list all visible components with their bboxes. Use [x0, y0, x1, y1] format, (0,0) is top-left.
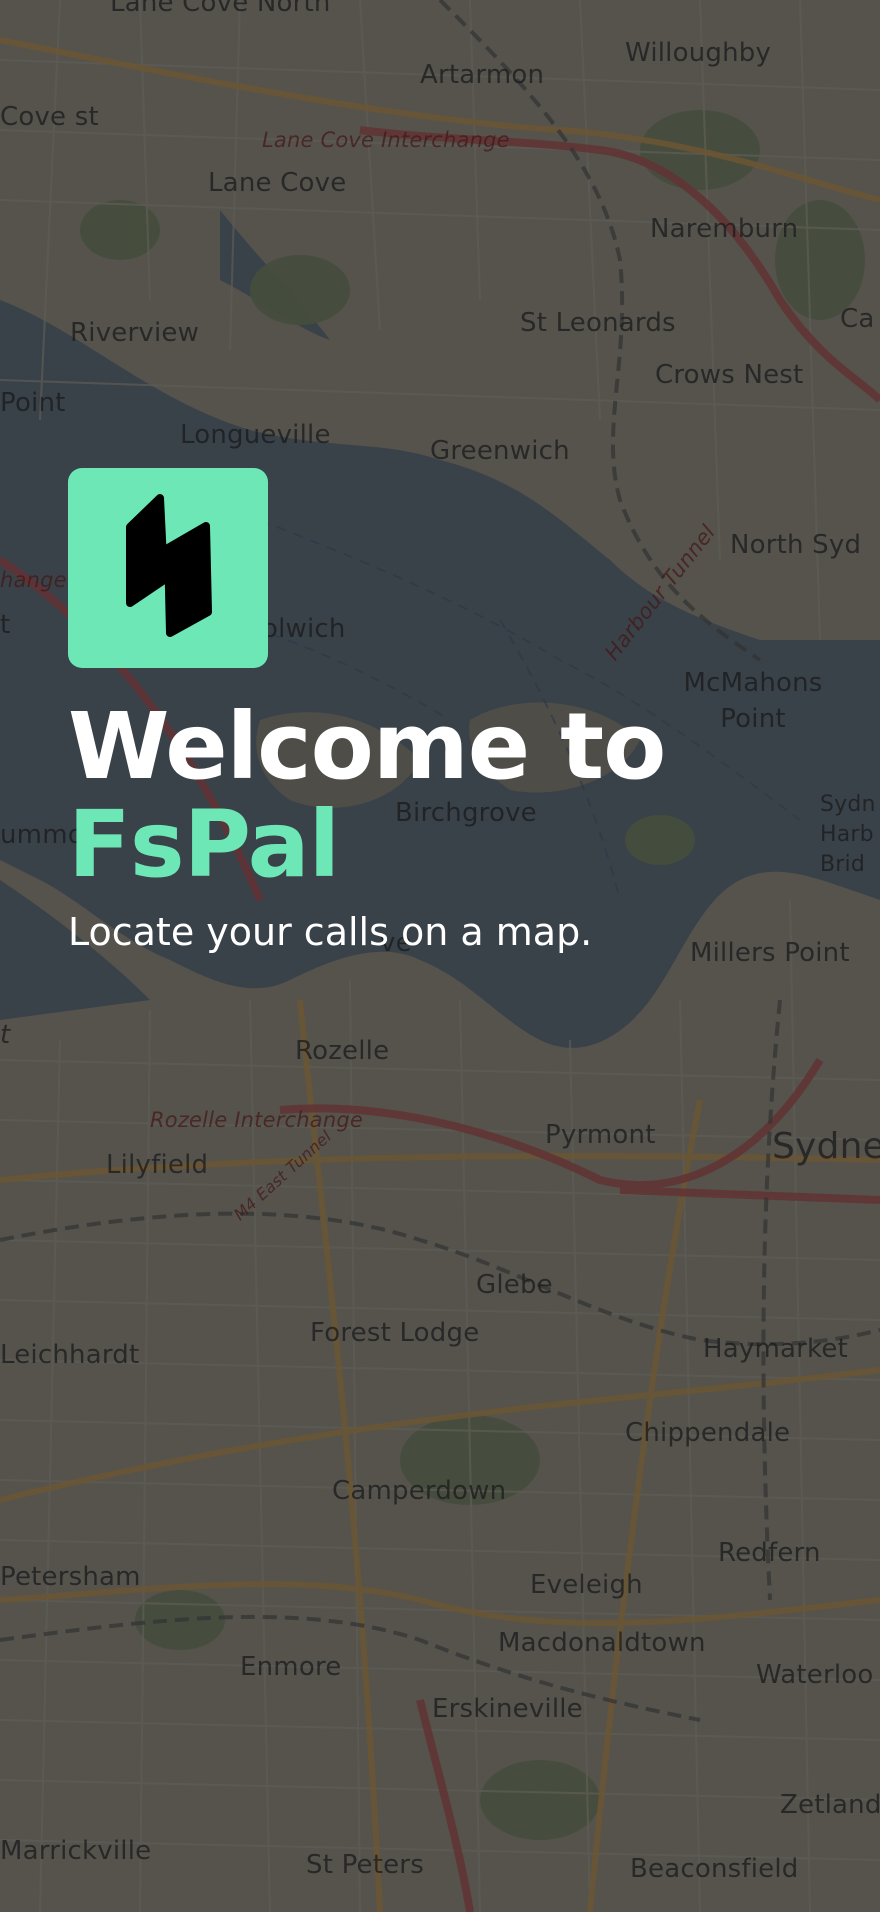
map-label-rozelle: Rozelle — [295, 1036, 390, 1066]
map-label-eveleigh: Eveleigh — [530, 1570, 643, 1600]
map-label-sydney: Sydne — [772, 1126, 880, 1167]
map-label-beaconsfield: Beaconsfield — [630, 1854, 799, 1884]
map-label-point: Point — [0, 388, 66, 418]
fspal-logo-icon — [68, 468, 268, 668]
map-label-lilyfield: Lilyfield — [106, 1150, 209, 1180]
map-label-glebe: Glebe — [476, 1270, 553, 1300]
map-label-redfern: Redfern — [718, 1538, 821, 1568]
map-label-artarmon: Artarmon — [420, 60, 545, 90]
map-label-haymarket: Haymarket — [703, 1334, 848, 1364]
welcome-subtitle: Locate your calls on a map. — [68, 910, 593, 954]
map-label-zetland: Zetland — [780, 1790, 880, 1820]
map-label-forest-lodge: Forest Lodge — [310, 1318, 480, 1348]
map-label-north-sydney: North Syd — [730, 530, 862, 560]
map-label-willoughby: Willoughby — [625, 38, 772, 68]
map-label-lane-cove-north: Lane Cove North — [110, 0, 331, 18]
logo-glyph — [126, 494, 212, 637]
map-label-marrickville: Marrickville — [0, 1836, 152, 1866]
map-label-st-peters: St Peters — [306, 1850, 424, 1880]
map-label-camperdown: Camperdown — [332, 1476, 507, 1506]
map-label-chippendale: Chippendale — [625, 1418, 791, 1448]
map-label-st-leonards: St Leonards — [520, 308, 676, 338]
map-label-erskineville: Erskineville — [432, 1694, 583, 1724]
map-label-enmore: Enmore — [240, 1652, 342, 1682]
map-label-cove-st: Cove st — [0, 102, 99, 132]
map-label-rozelle-interchange: Rozelle Interchange — [150, 1108, 364, 1132]
map-label-t: t — [0, 610, 11, 640]
map-label-greenwich: Greenwich — [430, 436, 570, 466]
map-label-lane-cove-interchange: Lane Cove Interchange — [262, 128, 510, 152]
map-label-ca: Ca — [840, 304, 875, 334]
map-label-mcmahons-point: McMahons Point — [683, 668, 823, 734]
map-label-longueville: Longueville — [180, 420, 331, 450]
map-label-riverview: Riverview — [70, 318, 200, 348]
map-label-pyrmont: Pyrmont — [545, 1120, 656, 1150]
map-label-hange: hange — [0, 568, 67, 592]
map-label-harbour-bridge: Sydn Harb Brid — [820, 792, 876, 877]
map-label-petersham: Petersham — [0, 1562, 141, 1592]
welcome-hero: Welcome to FsPal Locate your calls on a … — [68, 468, 666, 954]
map-label-naremburn: Naremburn — [650, 214, 799, 244]
map-label-ve: t — [0, 1020, 11, 1050]
map-label-millers-point: Millers Point — [690, 938, 850, 968]
map-label-leichhardt: Leichhardt — [0, 1340, 140, 1370]
welcome-title-line: Welcome to — [68, 693, 666, 800]
map-label-macdonaldtown: Macdonaldtown — [498, 1628, 706, 1658]
map-label-lane-cove: Lane Cove — [208, 168, 347, 198]
welcome-title: Welcome to FsPal — [68, 698, 666, 898]
map-label-waterloo: Waterloo — [756, 1660, 874, 1690]
map-label-crows-nest: Crows Nest — [655, 360, 804, 390]
brand-name: FsPal — [68, 791, 340, 898]
